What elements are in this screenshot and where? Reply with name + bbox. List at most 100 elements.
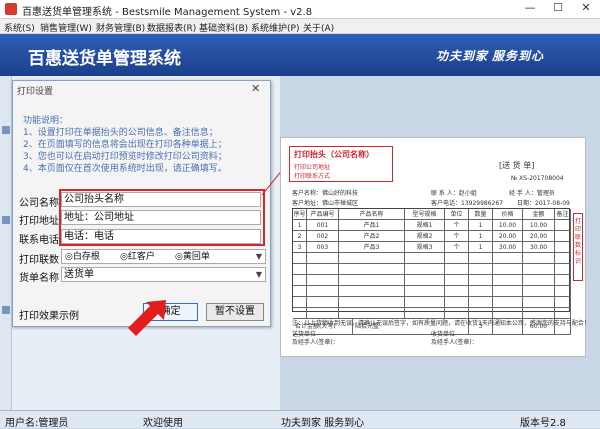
copies-selector[interactable]: ◎白存根 ◎红客户 ◎黄回单 ▼ [61, 249, 266, 264]
table-cell [555, 242, 571, 253]
print-settings-dialog: 打印设置 ✕ 功能说明： 1、设置打印在单据抬头的公司信息、备注信息； 2、在页… [12, 80, 271, 327]
copies-option-red[interactable]: ◎红客户 [120, 251, 155, 264]
table-cell: 10.00 [493, 220, 523, 231]
table-cell [523, 275, 555, 286]
menu-finance[interactable]: 财务管理(B) [96, 21, 145, 34]
status-bar: 用户名:管理员 欢迎使用 功夫到家 服务到心 版本号2.8 [0, 410, 600, 429]
table-header-cell: 数量 [469, 209, 493, 220]
close-icon[interactable]: ✕ [572, 1, 600, 17]
preview-sample-label: 打印效果示例 [19, 311, 79, 322]
table-cell: 规格1 [405, 220, 445, 231]
table-cell [293, 253, 307, 264]
table-cell [555, 275, 571, 286]
table-cell: 1 [469, 242, 493, 253]
copies-option-yellow[interactable]: ◎黄回单 [175, 251, 210, 264]
table-cell [469, 275, 493, 286]
table-header-cell: 产品名称 [339, 209, 405, 220]
preview-doc-number: № XS-201708004 [511, 175, 564, 182]
menu-bar: 系统(S) 销售管理(W) 财务管理(B) 数据报表(R) 基础资料(B) 系统… [0, 19, 600, 34]
table-cell: 1 [469, 231, 493, 242]
table-cell [307, 286, 339, 297]
window-title: 百惠送货单管理系统 - Bestsmile Management System … [22, 7, 313, 18]
table-header-cell: 产品编号 [307, 209, 339, 220]
table-cell: 3 [293, 242, 307, 253]
menu-system[interactable]: 系统(S) [4, 21, 35, 34]
menu-maintenance[interactable]: 系统维护(P) [251, 21, 299, 34]
table-cell: 1 [293, 220, 307, 231]
table-cell [523, 253, 555, 264]
menu-sales[interactable]: 销售管理(W) [40, 21, 92, 34]
minimize-icon[interactable]: — [516, 1, 544, 17]
table-cell [555, 231, 571, 242]
status-version: 版本号2.8 [520, 418, 566, 429]
table-cell [469, 286, 493, 297]
banner-slogan: 功夫到家 服务到心 [436, 49, 545, 63]
doc-name-select[interactable]: 送货单 ▼ [61, 267, 266, 282]
preview-handler: 经 手 人：管理员 [509, 190, 555, 197]
table-cell [307, 253, 339, 264]
copies-option-white[interactable]: ◎白存根 [65, 251, 100, 264]
table-cell [555, 264, 571, 275]
table-cell [493, 297, 523, 308]
table-cell [339, 297, 405, 308]
table-cell: 20.00 [523, 231, 555, 242]
table-cell: 2 [293, 231, 307, 242]
table-cell: 30.00 [493, 242, 523, 253]
table-header-cell: 备注 [555, 209, 571, 220]
table-cell [469, 297, 493, 308]
preview-customer-address: 客户地址：佛山市禅城区 [292, 200, 359, 207]
doc-name-value: 送货单 [64, 269, 94, 280]
banner-title: 百惠送货单管理系统 [28, 49, 181, 68]
skip-setup-button[interactable]: 暂不设置 [206, 303, 264, 321]
table-cell: 20.00 [493, 231, 523, 242]
doc-name-label: 货单名称 [19, 273, 59, 284]
table-cell: 产品3 [339, 242, 405, 253]
status-user: 用户名:管理员 [5, 418, 69, 429]
table-cell [405, 253, 445, 264]
table-cell [339, 253, 405, 264]
table-cell [293, 286, 307, 297]
table-cell [293, 264, 307, 275]
print-preview-sample: 打印抬头（公司名称） 打印公司地址 打印联系方式 [送 货 单] № XS-20… [280, 137, 590, 357]
table-cell [445, 253, 469, 264]
table-cell: 002 [307, 231, 339, 242]
table-cell [405, 286, 445, 297]
preview-note: 注：以上货物收到无误，请确认无误后签字，如有质量问题，请在收货3天内通知本公司，… [292, 320, 590, 327]
table-cell [469, 253, 493, 264]
table-cell [405, 264, 445, 275]
chevron-down-icon: ▼ [255, 270, 262, 279]
table-cell [307, 297, 339, 308]
menu-reports[interactable]: 数据报表(R) [147, 21, 196, 34]
preview-sign-left: 及经手人(签章)： [292, 339, 339, 346]
table-cell [405, 297, 445, 308]
table-cell: 个 [445, 242, 469, 253]
menu-basic-data[interactable]: 基础资料(B) [199, 21, 248, 34]
status-welcome: 欢迎使用 [143, 418, 183, 429]
table-cell [523, 264, 555, 275]
table-cell [405, 275, 445, 286]
table-cell: 个 [445, 231, 469, 242]
maximize-icon[interactable]: ☐ [544, 1, 572, 17]
red-arrow-icon [128, 300, 166, 336]
menu-about[interactable]: 关于(A) [303, 21, 334, 34]
table-header-cell: 金额 [523, 209, 555, 220]
table-header-cell: 价格 [493, 209, 523, 220]
preview-sign-right: 及经手人(签章)： [431, 339, 478, 346]
preview-header-line: 打印公司地址 [294, 164, 331, 171]
preview-header-box: 打印抬头（公司名称） 打印公司地址 打印联系方式 [289, 146, 393, 182]
highlight-frame [59, 189, 265, 246]
table-cell: 规格3 [405, 242, 445, 253]
table-header-cell: 单位 [445, 209, 469, 220]
table-cell [339, 264, 405, 275]
table-cell [523, 297, 555, 308]
table-cell: 规格2 [405, 231, 445, 242]
address-label: 打印地址 [19, 216, 59, 227]
table-cell [469, 264, 493, 275]
table-cell [307, 275, 339, 286]
phone-label: 联系电话 [19, 235, 59, 246]
table-cell: 003 [307, 242, 339, 253]
preview-date: 日期：2017-08-09 [517, 200, 570, 207]
dialog-close-icon[interactable]: ✕ [251, 82, 260, 95]
table-cell: 个 [445, 220, 469, 231]
table-cell [555, 220, 571, 231]
